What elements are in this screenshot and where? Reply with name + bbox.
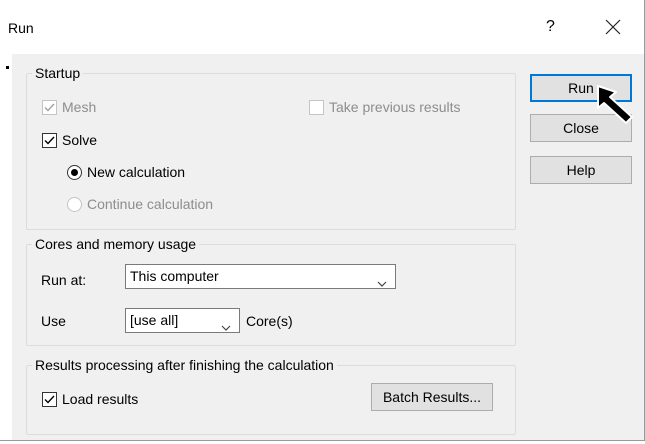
take-previous-label: Take previous results	[329, 99, 461, 115]
new-calculation-label: New calculation	[87, 164, 186, 180]
chevron-down-icon	[377, 272, 387, 294]
startup-legend: Startup	[32, 65, 84, 81]
batch-results-button[interactable]: Batch Results...	[371, 383, 493, 411]
take-previous-box	[309, 99, 324, 115]
mouse-pointer-icon	[584, 82, 636, 129]
mesh-label: Mesh	[62, 99, 97, 115]
cores-use-select[interactable]: [use all]	[125, 308, 240, 333]
cores-suffix-label: Core(s)	[246, 313, 293, 329]
load-results-checkbox[interactable]: Load results	[42, 391, 138, 407]
load-results-label: Load results	[62, 391, 139, 407]
radio-unselected-icon	[67, 196, 82, 212]
results-legend: Results processing after finishing the c…	[32, 357, 337, 373]
continue-calculation-radio[interactable]: Continue calculation	[67, 196, 213, 212]
continue-calculation-label: Continue calculation	[87, 196, 214, 212]
run-dialog: Run ? Startup Mesh Take previous results…	[0, 0, 645, 441]
close-icon[interactable]	[604, 18, 624, 38]
radio-selected-icon	[67, 164, 82, 180]
use-label: Use	[41, 313, 66, 329]
cores-group	[26, 244, 516, 346]
cores-use-value: [use all]	[130, 312, 179, 328]
solve-label: Solve	[62, 132, 98, 148]
take-previous-results-checkbox[interactable]: Take previous results	[309, 99, 461, 115]
run-at-select[interactable]: This computer	[125, 264, 396, 289]
load-results-check-icon	[42, 391, 57, 407]
help-title-button[interactable]: ?	[546, 18, 555, 36]
mesh-check-icon	[42, 99, 57, 115]
solve-checkbox[interactable]: Solve	[42, 132, 97, 148]
chevron-down-icon	[221, 316, 231, 338]
run-at-label: Run at:	[41, 272, 87, 288]
cores-legend: Cores and memory usage	[32, 236, 200, 252]
dialog-title: Run	[8, 20, 34, 36]
mesh-checkbox[interactable]: Mesh	[42, 99, 96, 115]
new-calculation-radio[interactable]: New calculation	[67, 164, 185, 180]
title-bar: Run ?	[0, 0, 644, 44]
help-button[interactable]: Help	[530, 156, 632, 184]
stray-dot	[6, 66, 9, 69]
solve-check-icon	[42, 132, 57, 148]
run-at-value: This computer	[130, 268, 219, 284]
